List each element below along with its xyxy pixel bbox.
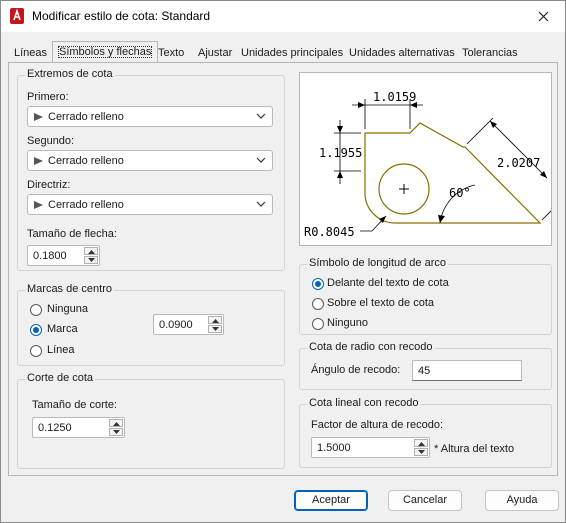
jog-angle-input[interactable]: 45 xyxy=(412,360,522,381)
spin-up-button[interactable] xyxy=(208,316,222,324)
dim-break-group: Corte de cota Tamaño de corte: 0.1250 xyxy=(17,372,285,469)
caret-up-icon xyxy=(113,422,120,426)
arrowheads-group: Extremos de cota Primero: Cerrado rellen… xyxy=(17,68,285,271)
center-mark-glyph xyxy=(399,184,409,194)
spin-down-button[interactable] xyxy=(414,448,428,456)
arrowheads-group-title: Extremos de cota xyxy=(25,68,115,80)
linear-jog-group-title: Cota lineal con recodo xyxy=(307,397,421,409)
close-button[interactable] xyxy=(521,1,565,32)
break-size-value: 0.1250 xyxy=(38,422,72,434)
part-outline xyxy=(364,122,542,224)
dim-break-group-title: Corte de cota xyxy=(25,372,96,384)
tab-ajustar[interactable]: Ajustar xyxy=(192,43,238,63)
leader-arrow-label: Directriz: xyxy=(27,179,71,191)
break-size-label: Tamaño de corte: xyxy=(32,399,117,411)
tab-tolerancias[interactable]: Tolerancias xyxy=(456,43,524,63)
arrow-size-value: 0.1800 xyxy=(33,250,67,262)
jog-height-factor-label: Factor de altura de recodo: xyxy=(311,419,444,431)
tab-simbolos-y-flechas[interactable]: Símbolos y flechas xyxy=(52,41,159,63)
close-icon xyxy=(538,11,548,22)
jog-height-factor-spinner[interactable]: 1.5000 xyxy=(311,437,430,458)
title-bar: Modificar estilo de cota: Standard xyxy=(1,1,565,32)
center-marks-group-title: Marcas de centro xyxy=(25,283,114,295)
spin-up-button[interactable] xyxy=(414,439,428,447)
second-arrow-combo[interactable]: Cerrado relleno xyxy=(27,150,273,171)
arc-before-text-radio[interactable] xyxy=(312,278,324,290)
arrow-size-label: Tamaño de flecha: xyxy=(27,228,117,240)
spin-down-button[interactable] xyxy=(208,325,222,333)
linear-jog-group: Cota lineal con recodo Factor de altura … xyxy=(299,397,552,468)
arc-none-label: Ninguno xyxy=(327,317,368,329)
help-button[interactable]: Ayuda xyxy=(485,490,559,511)
preview-drawing: 1.0159 1.1955 2.0207 60° R0.8045 xyxy=(304,90,566,239)
second-arrow-value: Cerrado relleno xyxy=(48,155,124,167)
center-none-label: Ninguna xyxy=(47,303,88,315)
preview-radius-text: R0.8045 xyxy=(304,225,355,239)
filled-arrow-icon xyxy=(34,201,43,209)
arc-before-text-label: Delante del texto de cota xyxy=(327,277,449,289)
preview-angle-text: 60° xyxy=(449,186,471,200)
tab-texto[interactable]: Texto xyxy=(152,43,190,63)
spin-up-button[interactable] xyxy=(109,419,123,427)
preview-right-dim-text: 2.0207 xyxy=(497,156,540,170)
caret-down-icon xyxy=(212,327,219,331)
caret-up-icon xyxy=(418,442,425,446)
center-mark-size-spinner[interactable]: 0.0900 xyxy=(153,314,224,335)
arc-none-radio[interactable] xyxy=(312,318,324,330)
caret-down-icon xyxy=(113,430,120,434)
chevron-down-icon xyxy=(256,201,266,207)
preview-top-dim-text: 1.0159 xyxy=(373,90,416,104)
break-size-spinner[interactable]: 0.1250 xyxy=(32,417,125,438)
autocad-app-icon xyxy=(10,8,24,24)
tab-unidades-alternativas[interactable]: Unidades alternativas xyxy=(343,43,461,63)
first-arrow-value: Cerrado relleno xyxy=(48,111,124,123)
ok-button[interactable]: Aceptar xyxy=(294,490,368,511)
window-title: Modificar estilo de cota: Standard xyxy=(32,9,211,23)
spin-down-button[interactable] xyxy=(109,428,123,436)
dialog-window: Modificar estilo de cota: Standard Línea… xyxy=(0,0,566,523)
tab-panel-simbolos: Extremos de cota Primero: Cerrado rellen… xyxy=(8,62,566,476)
tab-lineas[interactable]: Líneas xyxy=(8,43,53,63)
center-marks-group: Marcas de centro Ninguna Marca Línea 0.0… xyxy=(17,283,285,366)
caret-down-icon xyxy=(88,258,95,262)
spin-down-button[interactable] xyxy=(84,256,98,264)
arc-length-group: Símbolo de longitud de arco Delante del … xyxy=(299,257,552,335)
chevron-down-icon xyxy=(256,113,266,119)
cancel-button[interactable]: Cancelar xyxy=(388,490,462,511)
filled-arrow-icon xyxy=(34,113,43,121)
second-arrow-label: Segundo: xyxy=(27,135,75,147)
leader-arrow-value: Cerrado relleno xyxy=(48,199,124,211)
jog-height-factor-value: 1.5000 xyxy=(317,442,351,454)
arc-above-text-label: Sobre el texto de cota xyxy=(327,297,435,309)
radius-jog-group-title: Cota de radio con recodo xyxy=(307,341,435,353)
caret-down-icon xyxy=(418,450,425,454)
radius-jog-group: Cota de radio con recodo Ángulo de recod… xyxy=(299,341,552,390)
arc-length-group-title: Símbolo de longitud de arco xyxy=(307,257,448,269)
jog-angle-value: 45 xyxy=(418,365,431,377)
filled-arrow-icon xyxy=(34,157,43,165)
center-mark-label: Marca xyxy=(47,323,78,335)
dimension-preview: 1.0159 1.1955 2.0207 60° R0.8045 xyxy=(299,72,566,246)
center-none-radio[interactable] xyxy=(30,304,42,316)
center-mark-size-value: 0.0900 xyxy=(159,319,193,331)
jog-angle-label: Ángulo de recodo: xyxy=(311,364,401,376)
center-mark-radio[interactable] xyxy=(30,324,42,336)
tab-unidades-principales[interactable]: Unidades principales xyxy=(235,43,349,63)
first-arrow-label: Primero: xyxy=(27,91,69,103)
center-line-radio[interactable] xyxy=(30,345,42,357)
first-arrow-combo[interactable]: Cerrado relleno xyxy=(27,106,273,127)
leader-arrow-combo[interactable]: Cerrado relleno xyxy=(27,194,273,215)
arc-above-text-radio[interactable] xyxy=(312,298,324,310)
arrow-size-spinner[interactable]: 0.1800 xyxy=(27,245,100,266)
spin-up-button[interactable] xyxy=(84,247,98,255)
preview-left-dim-text: 1.1955 xyxy=(319,146,362,160)
caret-up-icon xyxy=(212,319,219,323)
center-line-label: Línea xyxy=(47,344,75,356)
jog-height-factor-suffix: * Altura del texto xyxy=(434,443,515,455)
caret-up-icon xyxy=(88,250,95,254)
chevron-down-icon xyxy=(256,157,266,163)
